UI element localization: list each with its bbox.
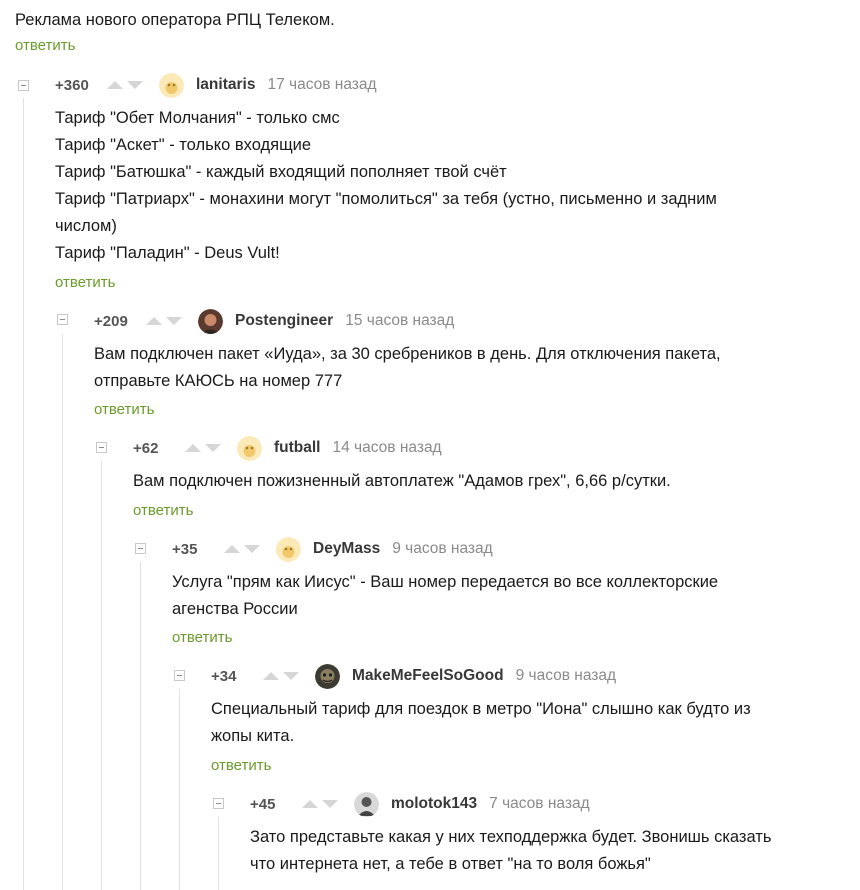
comment-header: +35 DeyMass 9 часов назад: [172, 536, 493, 562]
comment-time[interactable]: 7 часов назад: [489, 795, 590, 813]
comment-body: Зато представьте какая у них техподдержк…: [250, 824, 771, 878]
comment-header: +360 lanitaris 17 часов назад: [55, 72, 377, 98]
vote-up-icon[interactable]: [107, 81, 123, 89]
vote-down-icon[interactable]: [205, 444, 221, 452]
reply-link[interactable]: ответить: [133, 502, 193, 519]
reply-link[interactable]: ответить: [94, 401, 154, 418]
user-photo-avatar[interactable]: [354, 791, 379, 817]
collapse-toggle[interactable]: [213, 798, 224, 809]
user-photo-avatar[interactable]: [315, 663, 340, 689]
collapse-toggle[interactable]: [96, 442, 107, 453]
post-text: Реклама нового оператора РПЦ Телеком.: [15, 11, 335, 29]
comment-username[interactable]: DeyMass: [313, 540, 380, 558]
comment-body: Специальный тариф для поездок в метро "И…: [211, 696, 751, 750]
comment-header: +209 Postengineer 15 часов назад: [94, 308, 454, 334]
comment-body: Услуга "прям как Иисус" - Ваш номер пере…: [172, 569, 718, 623]
reply-link[interactable]: ответить: [211, 757, 271, 774]
comment-body: Вам подключен пожизненный автоплатеж "Ад…: [133, 468, 671, 495]
comment-header: +45 molotok143 7 часов назад: [250, 791, 590, 817]
vote-down-icon[interactable]: [127, 81, 143, 89]
vote-up-icon[interactable]: [146, 317, 162, 325]
collapse-toggle[interactable]: [18, 80, 29, 91]
comment-time[interactable]: 9 часов назад: [516, 667, 617, 685]
comment-header: +34 MakeMeFeelSoGood 9 часов назад: [211, 663, 616, 689]
thread-line-1[interactable]: [23, 98, 24, 890]
comment-body: Тариф "Обет Молчания" - только смс Тариф…: [55, 105, 717, 267]
comment-line: Тариф "Обет Молчания" - только смс: [55, 109, 340, 127]
vote-down-icon[interactable]: [283, 672, 299, 680]
reply-link[interactable]: ответить: [172, 629, 232, 646]
comment-username[interactable]: futball: [274, 439, 321, 457]
comment-username[interactable]: lanitaris: [196, 76, 255, 94]
comment-rating: +45: [250, 795, 276, 813]
comment-line: Тариф "Паладин" - Deus Vult!: [55, 244, 280, 262]
comment-line: Специальный тариф для поездок в метро "И…: [211, 700, 751, 718]
default-avatar-icon[interactable]: [237, 435, 262, 461]
vote-up-icon[interactable]: [185, 444, 201, 452]
comment-line: Вам подключен пожизненный автоплатеж "Ад…: [133, 472, 671, 490]
comment-rating: +209: [94, 312, 128, 330]
default-avatar-icon[interactable]: [159, 72, 184, 98]
comment-time[interactable]: 9 часов назад: [392, 540, 493, 558]
thread-line-4[interactable]: [140, 562, 141, 890]
comment-line: отправьте КАЮСЬ на номер 777: [94, 372, 343, 390]
collapse-toggle[interactable]: [174, 670, 185, 681]
comment-line: Услуга "прям как Иисус" - Ваш номер пере…: [172, 573, 719, 591]
comment-time[interactable]: 17 часов назад: [267, 76, 376, 94]
thread-line-2[interactable]: [62, 334, 63, 890]
default-avatar-icon[interactable]: [276, 536, 301, 562]
reply-link[interactable]: ответить: [55, 274, 115, 291]
comment-rating: +35: [172, 540, 198, 558]
comment-time[interactable]: 14 часов назад: [333, 439, 442, 457]
vote-up-icon[interactable]: [302, 800, 318, 808]
post-reply-link[interactable]: ответить: [15, 37, 75, 54]
vote-up-icon[interactable]: [224, 545, 240, 553]
user-photo-avatar[interactable]: [198, 308, 223, 334]
comment-rating: +62: [133, 439, 159, 457]
comment-username[interactable]: molotok143: [391, 795, 477, 813]
comment-line: Вам подключен пакет «Иуда», за 30 сребре…: [94, 345, 721, 363]
comment-line: жопы кита.: [211, 727, 295, 745]
comment-header: +62 futball 14 часов назад: [133, 435, 442, 461]
comment-time[interactable]: 15 часов назад: [345, 312, 454, 330]
thread-line-6[interactable]: [218, 817, 219, 890]
collapse-toggle[interactable]: [135, 543, 146, 554]
comment-username[interactable]: MakeMeFeelSoGood: [352, 667, 504, 685]
vote-down-icon[interactable]: [322, 800, 338, 808]
comment-line: что интернета нет, а тебе в ответ "на то…: [250, 855, 651, 873]
comment-line: числом): [55, 217, 117, 235]
comment-line: агенства России: [172, 600, 298, 618]
comment-body: Вам подключен пакет «Иуда», за 30 сребре…: [94, 341, 721, 395]
comment-line: Тариф "Патриарх" - монахини могут "помол…: [55, 190, 717, 208]
vote-up-icon[interactable]: [263, 672, 279, 680]
collapse-toggle[interactable]: [57, 314, 68, 325]
comment-line: Зато представьте какая у них техподдержк…: [250, 828, 772, 846]
comment-line: Тариф "Батюшка" - каждый входящий пополн…: [55, 163, 507, 181]
thread-line-5[interactable]: [179, 689, 180, 890]
thread-line-3[interactable]: [101, 461, 102, 890]
comment-rating: +34: [211, 667, 237, 685]
vote-down-icon[interactable]: [244, 545, 260, 553]
comment-rating: +360: [55, 76, 89, 94]
comment-username[interactable]: Postengineer: [235, 312, 333, 330]
vote-down-icon[interactable]: [166, 317, 182, 325]
comment-line: Тариф "Аскет" - только входящие: [55, 136, 312, 154]
